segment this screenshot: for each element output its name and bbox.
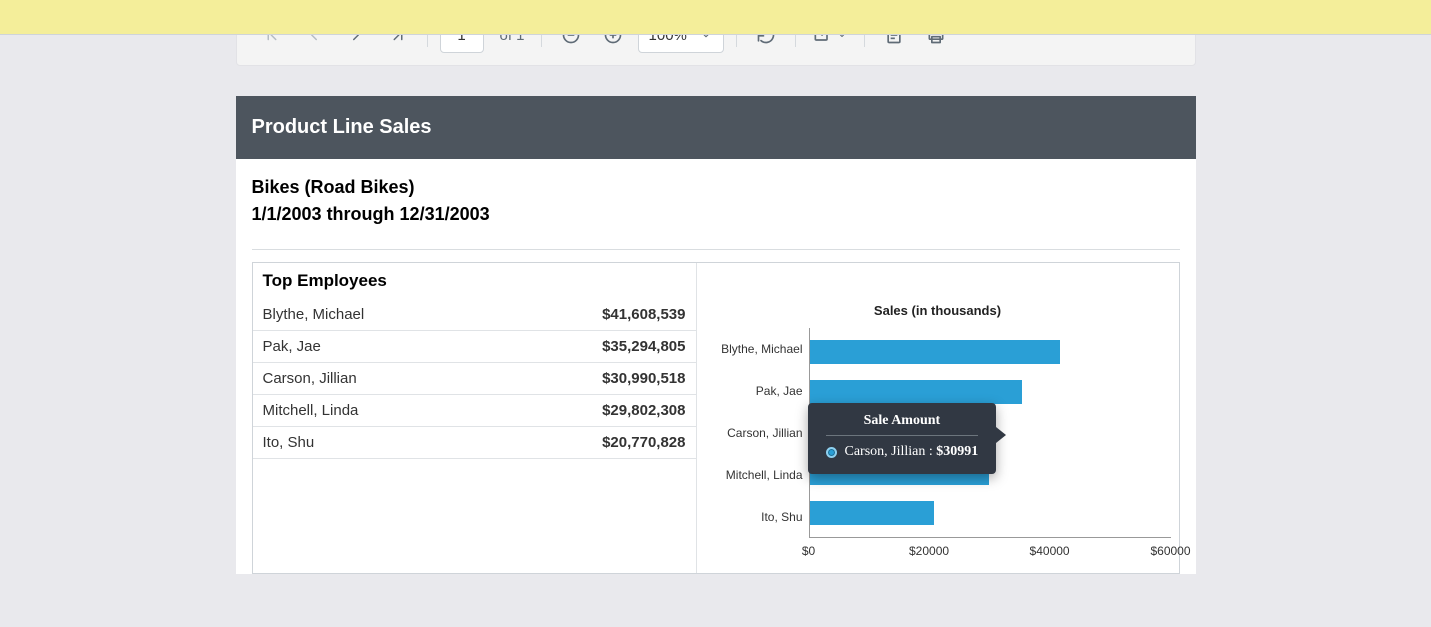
employee-name: Carson, Jillian: [253, 363, 519, 395]
top-employees-header: Top Employees: [253, 263, 696, 299]
x-tick-label: $0: [802, 544, 815, 558]
tooltip-arrow-icon: [996, 427, 1006, 443]
divider: [252, 249, 1180, 250]
employee-amount: $20,770,828: [518, 427, 695, 459]
tooltip-value: $30991: [936, 444, 978, 459]
table-row: Carson, Jillian $30,990,518: [253, 363, 696, 395]
chart-tooltip: Sale Amount Carson, Jillian : $30991: [808, 403, 997, 474]
sales-chart-section: Sales (in thousands) Blythe, Michael Pak…: [697, 263, 1179, 573]
y-tick-label: Blythe, Michael: [705, 342, 803, 356]
bar[interactable]: [810, 501, 935, 525]
chart-x-axis: $0 $20000 $40000 $60000: [809, 538, 1171, 566]
table-row: Blythe, Michael $41,608,539: [253, 299, 696, 331]
employee-amount: $41,608,539: [518, 299, 695, 331]
employee-amount: $35,294,805: [518, 331, 695, 363]
tooltip-label: Carson, Jillian :: [845, 444, 937, 459]
report-title: Product Line Sales: [236, 96, 1196, 159]
top-employees-table-section: Top Employees Blythe, Michael $41,608,53…: [253, 263, 697, 573]
tooltip-title: Sale Amount: [826, 413, 979, 436]
chart-y-axis: Blythe, Michael Pak, Jae Carson, Jillian…: [705, 328, 809, 538]
x-tick-label: $40000: [1030, 544, 1070, 558]
series-color-icon: [826, 447, 837, 458]
employee-name: Ito, Shu: [253, 427, 519, 459]
y-tick-label: Carson, Jillian: [705, 426, 803, 440]
table-row: Ito, Shu $20,770,828: [253, 427, 696, 459]
employee-amount: $30,990,518: [518, 363, 695, 395]
x-tick-label: $60000: [1150, 544, 1190, 558]
report-page: Product Line Sales Bikes (Road Bikes) 1/…: [236, 96, 1196, 574]
bar[interactable]: [810, 340, 1060, 364]
report-subtitle-2: 1/1/2003 through 12/31/2003: [252, 204, 1180, 225]
employee-name: Pak, Jae: [253, 331, 519, 363]
bar[interactable]: [810, 380, 1022, 404]
y-tick-label: Ito, Shu: [705, 510, 803, 524]
card-header-bg: [0, 0, 1431, 35]
top-employees-card: Top Employees Blythe, Michael $41,608,53…: [252, 262, 1180, 574]
report-subtitle-1: Bikes (Road Bikes): [252, 177, 1180, 198]
employee-name: Blythe, Michael: [253, 299, 519, 331]
chart-title: Sales (in thousands): [705, 303, 1171, 318]
employee-amount: $29,802,308: [518, 395, 695, 427]
table-row: Mitchell, Linda $29,802,308: [253, 395, 696, 427]
table-row: Pak, Jae $35,294,805: [253, 331, 696, 363]
employee-name: Mitchell, Linda: [253, 395, 519, 427]
x-tick-label: $20000: [909, 544, 949, 558]
y-tick-label: Mitchell, Linda: [705, 468, 803, 482]
top-employees-table: Blythe, Michael $41,608,539 Pak, Jae $35…: [253, 299, 696, 459]
y-tick-label: Pak, Jae: [705, 384, 803, 398]
